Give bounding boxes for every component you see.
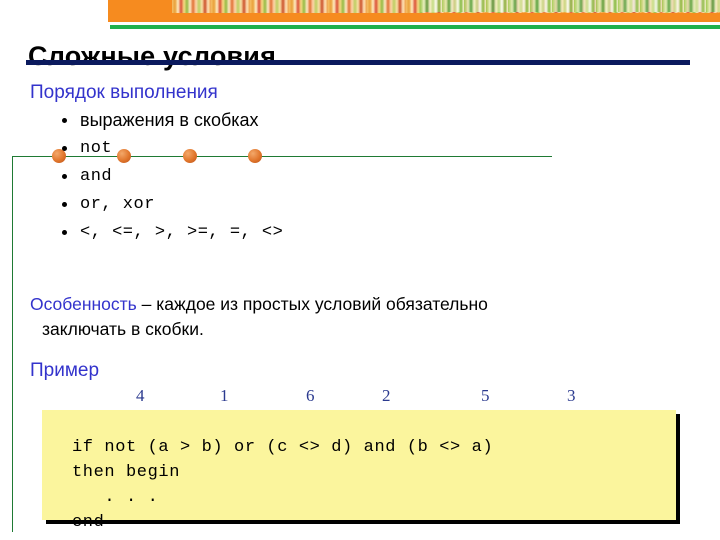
note-line-1: – каждое из простых условий обязательно bbox=[136, 294, 488, 314]
note-line-2: заключать в скобки. bbox=[42, 319, 204, 339]
order-section-heading: Порядок выполнения bbox=[30, 82, 218, 103]
list-item: <, <=, >, >=, =, <> bbox=[58, 218, 283, 246]
note-paragraph: Особенность – каждое из простых условий … bbox=[30, 292, 690, 342]
list-item-label: <, <=, >, >=, =, <> bbox=[80, 223, 284, 242]
list-item: and bbox=[58, 162, 283, 190]
example-section-heading: Пример bbox=[30, 360, 100, 381]
note-accent-word: Особенность bbox=[30, 294, 137, 314]
list-item-label: not bbox=[80, 139, 113, 158]
list-item-label: выражения в скобках bbox=[80, 110, 259, 130]
list-item-label: or, xor bbox=[80, 195, 155, 214]
priority-number: 5 bbox=[481, 386, 490, 405]
priority-number: 6 bbox=[306, 386, 315, 405]
list-item-label: and bbox=[80, 167, 113, 186]
list-item: выражения в скобках bbox=[58, 106, 283, 134]
slide-content: Порядок выполнения выражения в скобках no… bbox=[0, 0, 720, 540]
priority-number: 2 bbox=[382, 386, 391, 405]
order-bullet-list: выражения в скобках not and or, xor <, <=, >… bbox=[58, 106, 283, 246]
priority-number: 1 bbox=[220, 386, 229, 405]
priority-number: 4 bbox=[136, 386, 145, 405]
code-snippet: if not (a > b) or (c <> d) and (b <> a) … bbox=[72, 438, 494, 532]
priority-number: 3 bbox=[567, 386, 576, 405]
list-item: or, xor bbox=[58, 190, 283, 218]
list-item: not bbox=[58, 134, 283, 162]
